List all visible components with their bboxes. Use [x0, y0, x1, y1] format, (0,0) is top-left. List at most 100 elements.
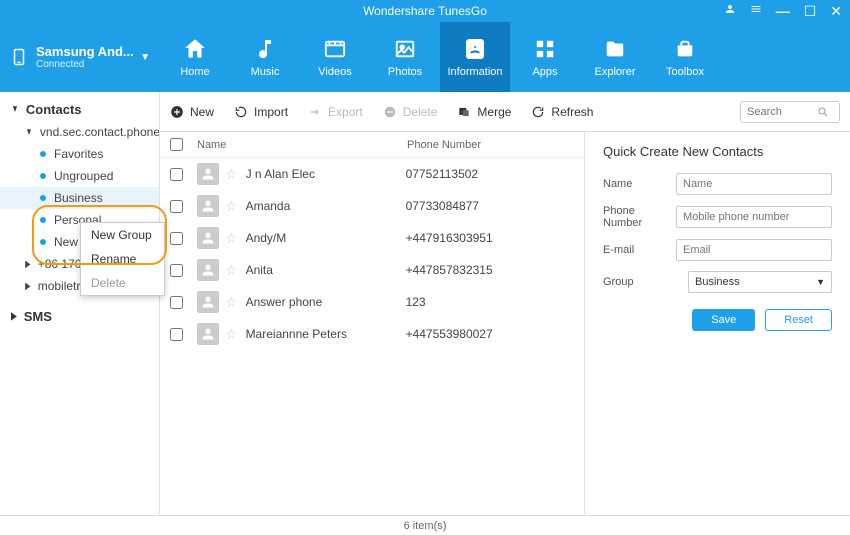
- minimize-icon[interactable]: —: [776, 3, 790, 20]
- sidebar-group-ungrouped[interactable]: Ungrouped: [0, 165, 159, 187]
- home-icon: [182, 36, 208, 62]
- import-icon: [234, 105, 248, 119]
- bullet-icon: [40, 217, 46, 223]
- select-all-checkbox[interactable]: [170, 138, 183, 151]
- nav: Home Music Videos Photos Information App…: [160, 22, 850, 92]
- nav-information[interactable]: Information: [440, 22, 510, 92]
- sidebar-contacts-label: Contacts: [26, 102, 82, 117]
- chevron-down-icon: ▼: [816, 277, 825, 287]
- avatar: [197, 227, 219, 249]
- search-icon: [817, 106, 829, 118]
- form-title: Quick Create New Contacts: [603, 144, 832, 159]
- contact-phone: +447916303951: [406, 231, 493, 245]
- table-row[interactable]: ☆ Amanda07733084877: [160, 190, 584, 222]
- table-row[interactable]: ☆J n Alan Elec07752113502: [160, 158, 584, 190]
- row-checkbox[interactable]: [170, 296, 183, 309]
- search-box[interactable]: [740, 101, 840, 123]
- star-icon[interactable]: ☆: [225, 326, 238, 343]
- star-icon[interactable]: ☆: [225, 198, 238, 215]
- sidebar-group-business[interactable]: Business: [0, 187, 159, 209]
- merge-button[interactable]: Merge: [457, 105, 511, 119]
- row-checkbox[interactable]: [170, 328, 183, 341]
- refresh-icon: [531, 105, 545, 119]
- search-input[interactable]: [747, 106, 817, 118]
- delete-button[interactable]: Delete: [383, 105, 438, 119]
- nav-photos-label: Photos: [388, 66, 422, 78]
- nav-music[interactable]: Music: [230, 22, 300, 92]
- nav-explorer[interactable]: Explorer: [580, 22, 650, 92]
- contact-name: Anita: [246, 263, 406, 277]
- table-row[interactable]: ☆ Andy/M+447916303951: [160, 222, 584, 254]
- contact-phone: 07733084877: [406, 199, 479, 213]
- user-icon[interactable]: [724, 3, 736, 20]
- row-checkbox[interactable]: [170, 232, 183, 245]
- caret-right-icon: ▶: [11, 311, 16, 322]
- merge-label: Merge: [477, 105, 511, 119]
- sidebar-group-favorites[interactable]: Favorites: [0, 143, 159, 165]
- star-icon[interactable]: ☆: [225, 262, 238, 279]
- statusbar: 6 item(s): [0, 515, 850, 535]
- email-label: E-mail: [603, 244, 676, 256]
- star-icon[interactable]: ☆: [225, 230, 238, 247]
- group-select[interactable]: Business ▼: [688, 271, 832, 293]
- sidebar-account-phone[interactable]: ▼ vnd.sec.contact.phone: [0, 121, 159, 143]
- device-selector[interactable]: Samsung And... Connected ▼: [0, 22, 160, 92]
- contact-name: Mareiannne Peters: [246, 327, 406, 341]
- export-icon: [308, 105, 322, 119]
- import-button[interactable]: Import: [234, 105, 288, 119]
- row-checkbox[interactable]: [170, 200, 183, 213]
- sidebar-contacts[interactable]: ▼ Contacts: [0, 98, 159, 121]
- menu-icon[interactable]: [750, 3, 762, 20]
- reset-button[interactable]: Reset: [765, 309, 832, 331]
- col-phone[interactable]: Phone Number: [407, 139, 574, 151]
- bullet-icon: [40, 151, 46, 157]
- export-button[interactable]: Export: [308, 105, 363, 119]
- name-input[interactable]: [676, 173, 832, 195]
- context-menu: New Group Rename Delete: [80, 222, 165, 296]
- nav-toolbox-label: Toolbox: [666, 66, 704, 78]
- refresh-label: Refresh: [551, 105, 593, 119]
- new-button[interactable]: New: [170, 105, 214, 119]
- table-row[interactable]: ☆Mareiannne Peters+447553980027: [160, 318, 584, 350]
- table-row[interactable]: ☆ Answer phone123: [160, 286, 584, 318]
- row-checkbox[interactable]: [170, 168, 183, 181]
- caret-right-icon: ▶: [25, 281, 30, 292]
- table-row[interactable]: ☆Anita+447857832315: [160, 254, 584, 286]
- device-info: Samsung And... Connected: [36, 44, 140, 70]
- star-icon[interactable]: ☆: [225, 294, 238, 311]
- sidebar-sms[interactable]: ▶ SMS: [0, 305, 159, 328]
- music-icon: [253, 36, 277, 62]
- nav-home[interactable]: Home: [160, 22, 230, 92]
- sidebar-account-label: vnd.sec.contact.phone: [40, 125, 160, 139]
- contact-phone: 123: [406, 295, 426, 309]
- save-button[interactable]: Save: [692, 309, 755, 331]
- delete-label: Delete: [403, 105, 438, 119]
- list-header: Name Phone Number: [160, 132, 584, 158]
- contact-name: Amanda: [246, 199, 406, 213]
- col-name[interactable]: Name: [197, 139, 407, 151]
- maximize-icon[interactable]: ☐: [804, 3, 817, 20]
- close-icon[interactable]: ✕: [830, 3, 842, 20]
- refresh-button[interactable]: Refresh: [531, 105, 593, 119]
- information-icon: [463, 36, 487, 62]
- nav-music-label: Music: [251, 66, 280, 78]
- contact-name: Answer phone: [246, 295, 406, 309]
- star-icon[interactable]: ☆: [225, 166, 238, 183]
- header: Samsung And... Connected ▼ Home Music Vi…: [0, 22, 850, 92]
- phone-input[interactable]: [676, 206, 832, 228]
- nav-apps[interactable]: Apps: [510, 22, 580, 92]
- row-checkbox[interactable]: [170, 264, 183, 277]
- context-delete[interactable]: Delete: [81, 271, 164, 295]
- phone-label: Phone Number: [603, 205, 676, 229]
- bullet-icon: [40, 239, 46, 245]
- nav-toolbox[interactable]: Toolbox: [650, 22, 720, 92]
- avatar: [197, 195, 219, 217]
- email-input[interactable]: [676, 239, 832, 261]
- contact-name: Andy/M: [246, 231, 406, 245]
- context-rename[interactable]: Rename: [81, 247, 164, 271]
- context-new-group[interactable]: New Group: [81, 223, 164, 247]
- bullet-icon: [40, 195, 46, 201]
- nav-photos[interactable]: Photos: [370, 22, 440, 92]
- quick-create-form: Quick Create New Contacts Name Phone Num…: [585, 132, 850, 515]
- nav-videos[interactable]: Videos: [300, 22, 370, 92]
